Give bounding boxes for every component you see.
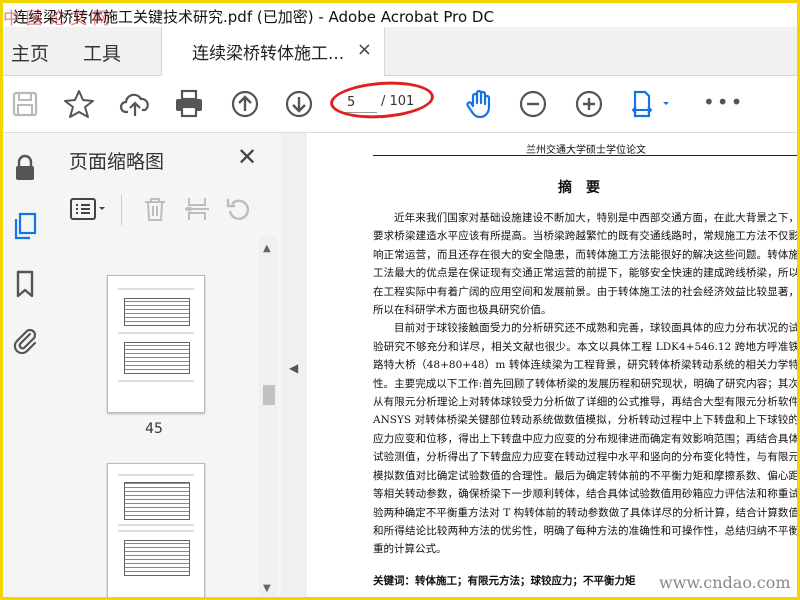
print-icon[interactable] xyxy=(173,88,205,120)
tab-tools[interactable]: 工具 xyxy=(83,39,121,66)
title-bar: 连续梁桥转体施工关键技术研究.pdf (已加密) - Adobe Acrobat… xyxy=(3,3,797,29)
acrobat-window: 连续梁桥转体施工关键技术研究.pdf (已加密) - Adobe Acrobat… xyxy=(0,0,800,600)
tab-document-label: 连续梁桥转体施工... xyxy=(192,44,345,64)
attachment-icon[interactable] xyxy=(10,325,40,355)
page-thumbnail[interactable] xyxy=(107,463,205,597)
arrow-up-icon[interactable] xyxy=(229,88,261,120)
main-toolbar: / 101 ••• xyxy=(3,76,797,133)
tab-home[interactable]: 主页 xyxy=(11,39,49,66)
pane-collapse-strip[interactable]: ◀ xyxy=(281,133,307,597)
left-rail xyxy=(3,133,50,597)
tab-document[interactable]: 连续梁桥转体施工... × xyxy=(161,27,385,76)
tab-bar: 主页 工具 连续梁桥转体施工... × xyxy=(3,27,797,76)
bookmark-icon[interactable] xyxy=(10,269,40,299)
rotate-page-icon[interactable] xyxy=(225,195,253,223)
abstract-body: 近年来我们国家对基础设施建设不断加大，特别是中西部交通方面，在此大背景之下，要求… xyxy=(373,209,797,559)
abstract-paragraph: 目前对于球铰接触面受力的分析研究还不成熟和完善，球铰面具体的应力分布状况的试验研… xyxy=(373,322,797,556)
site-watermark: www.cndao.com xyxy=(659,573,791,592)
abstract-paragraph: 近年来我们国家对基础设施建设不断加大，特别是中西部交通方面，在此大背景之下，要求… xyxy=(373,212,797,317)
close-tab-icon[interactable]: × xyxy=(357,39,372,60)
hand-icon[interactable] xyxy=(463,88,495,120)
fit-page-icon[interactable] xyxy=(629,88,673,120)
thumbnail-page-number: 45 xyxy=(145,421,163,437)
arrow-down-icon[interactable] xyxy=(283,88,315,120)
abstract-heading: 摘要 xyxy=(558,180,614,196)
collapse-pane-icon[interactable]: ◀ xyxy=(289,361,298,375)
scroll-down-icon[interactable]: ▼ xyxy=(263,583,271,594)
page-thumbnail[interactable] xyxy=(107,275,205,413)
delete-page-icon[interactable] xyxy=(141,195,169,223)
header-rule xyxy=(373,155,797,156)
document-view: 兰州交通大学硕士学位论文 摘要 近年来我们国家对基础设施建设不断加大，特别是中西… xyxy=(307,133,797,597)
thumbnail-scrollbar[interactable]: ▲ ▼ xyxy=(259,237,277,597)
window-title: 连续梁桥转体施工关键技术研究.pdf (已加密) - Adobe Acrobat… xyxy=(13,8,494,26)
pane-toolbar xyxy=(49,189,281,233)
keywords: 关键词：转体施工；有限元方法；球铰应力；不平衡力矩 xyxy=(373,575,636,587)
pane-toolbar-separator xyxy=(121,195,122,225)
scroll-up-icon[interactable]: ▲ xyxy=(263,243,271,254)
pane-title: 页面缩略图 xyxy=(69,151,165,173)
cloud-upload-icon[interactable] xyxy=(119,88,151,120)
star-icon[interactable] xyxy=(63,88,95,120)
extract-page-icon[interactable] xyxy=(183,195,211,223)
zoom-in-icon[interactable] xyxy=(573,88,605,120)
running-header: 兰州交通大学硕士学位论文 xyxy=(526,145,646,156)
options-menu-icon[interactable] xyxy=(69,195,109,223)
thumbnails-pane: 页面缩略图 ✕ 45 ▲ ▼ xyxy=(49,133,282,597)
page-thumbnails-icon[interactable] xyxy=(10,211,40,241)
close-pane-icon[interactable]: ✕ xyxy=(237,143,257,171)
thumbnail-list: 45 xyxy=(49,237,259,597)
scroll-thumb[interactable] xyxy=(263,385,275,405)
save-icon[interactable] xyxy=(9,88,41,120)
zoom-out-icon[interactable] xyxy=(517,88,549,120)
lock-icon[interactable] xyxy=(10,153,40,183)
more-tools-icon[interactable]: ••• xyxy=(703,90,744,114)
